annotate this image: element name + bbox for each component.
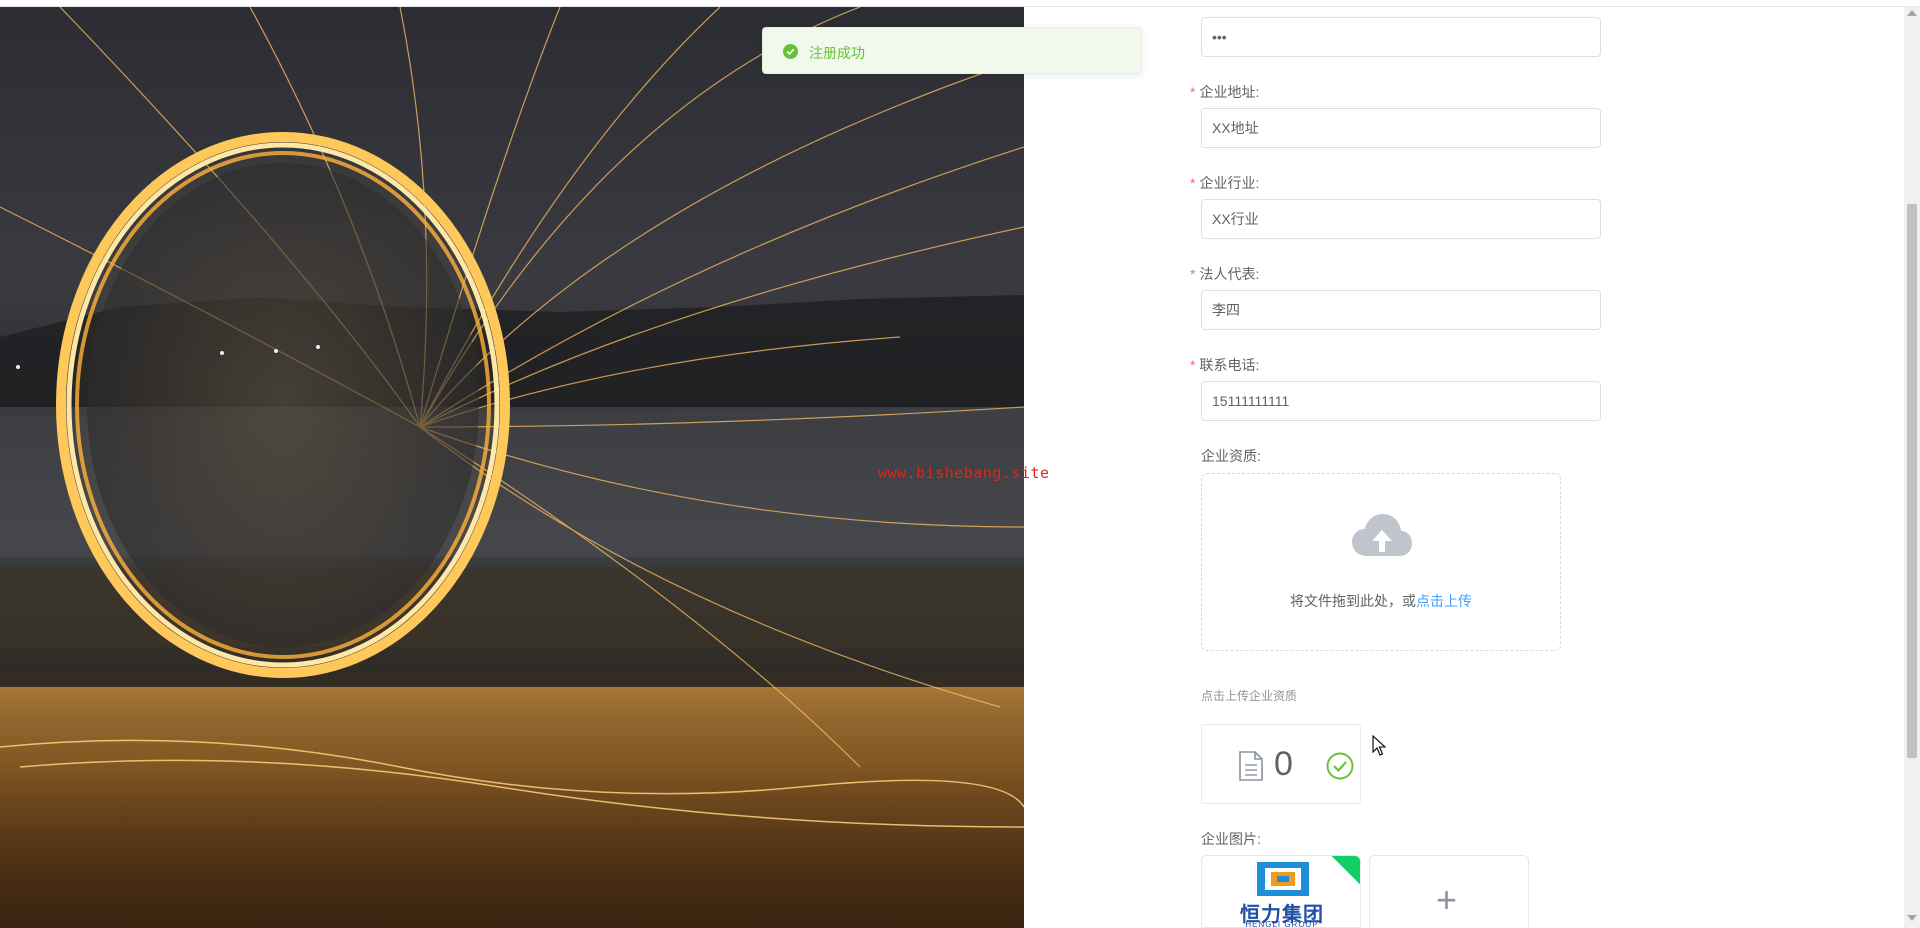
qualification-label: 企业资质: bbox=[1201, 448, 1261, 464]
hero-image bbox=[0, 7, 1024, 928]
address-label: * 企业地址: bbox=[1190, 84, 1260, 100]
mouse-cursor-icon bbox=[1372, 735, 1386, 756]
success-toast: 注册成功 bbox=[762, 27, 1142, 74]
top-border bbox=[0, 0, 1920, 7]
toast-message: 注册成功 bbox=[809, 45, 865, 61]
legal-representative-input[interactable]: 李四 bbox=[1201, 290, 1601, 330]
password-confirm-input[interactable]: ••• bbox=[1201, 17, 1601, 57]
company-image-card[interactable]: 恒力集团 HENGLI GROUP bbox=[1201, 855, 1361, 928]
watermark-text: www.bishebang.site bbox=[878, 464, 1050, 482]
click-upload-link[interactable]: 点击上传 bbox=[1416, 593, 1472, 609]
document-icon bbox=[1238, 751, 1264, 786]
scrollbar-thumb[interactable] bbox=[1907, 204, 1917, 758]
file-count: 0 bbox=[1274, 745, 1293, 783]
upload-hint: 将文件拖到此处，或点击上传 bbox=[1290, 593, 1472, 609]
company-logo bbox=[1257, 862, 1309, 896]
plus-icon: + bbox=[1436, 879, 1458, 920]
company-image-label: 企业图片: bbox=[1201, 831, 1261, 847]
scroll-down-arrow-icon[interactable] bbox=[1907, 915, 1917, 921]
upload-success-corner bbox=[1329, 856, 1360, 887]
scroll-up-arrow-icon[interactable] bbox=[1907, 10, 1917, 16]
add-image-button[interactable]: + bbox=[1369, 855, 1529, 928]
phone-label: * 联系电话: bbox=[1190, 357, 1260, 373]
industry-input[interactable]: XX行业 bbox=[1201, 199, 1601, 239]
uploaded-file-card[interactable]: 0 bbox=[1201, 724, 1361, 804]
success-circle-icon bbox=[783, 44, 798, 64]
upload-cloud-icon bbox=[1352, 512, 1412, 565]
success-check-icon bbox=[1326, 752, 1354, 785]
industry-label: * 企业行业: bbox=[1190, 175, 1260, 191]
address-input[interactable]: XX地址 bbox=[1201, 108, 1601, 148]
upload-tip: 点击上传企业资质 bbox=[1201, 689, 1298, 703]
logo-subtext: HENGLI GROUP bbox=[1245, 920, 1319, 928]
phone-input[interactable]: 15111111111 bbox=[1201, 381, 1601, 421]
legal-representative-label: * 法人代表: bbox=[1190, 266, 1260, 282]
fire-spark-illustration bbox=[0, 7, 1024, 928]
upload-dropzone[interactable]: 将文件拖到此处，或点击上传 bbox=[1201, 473, 1561, 651]
